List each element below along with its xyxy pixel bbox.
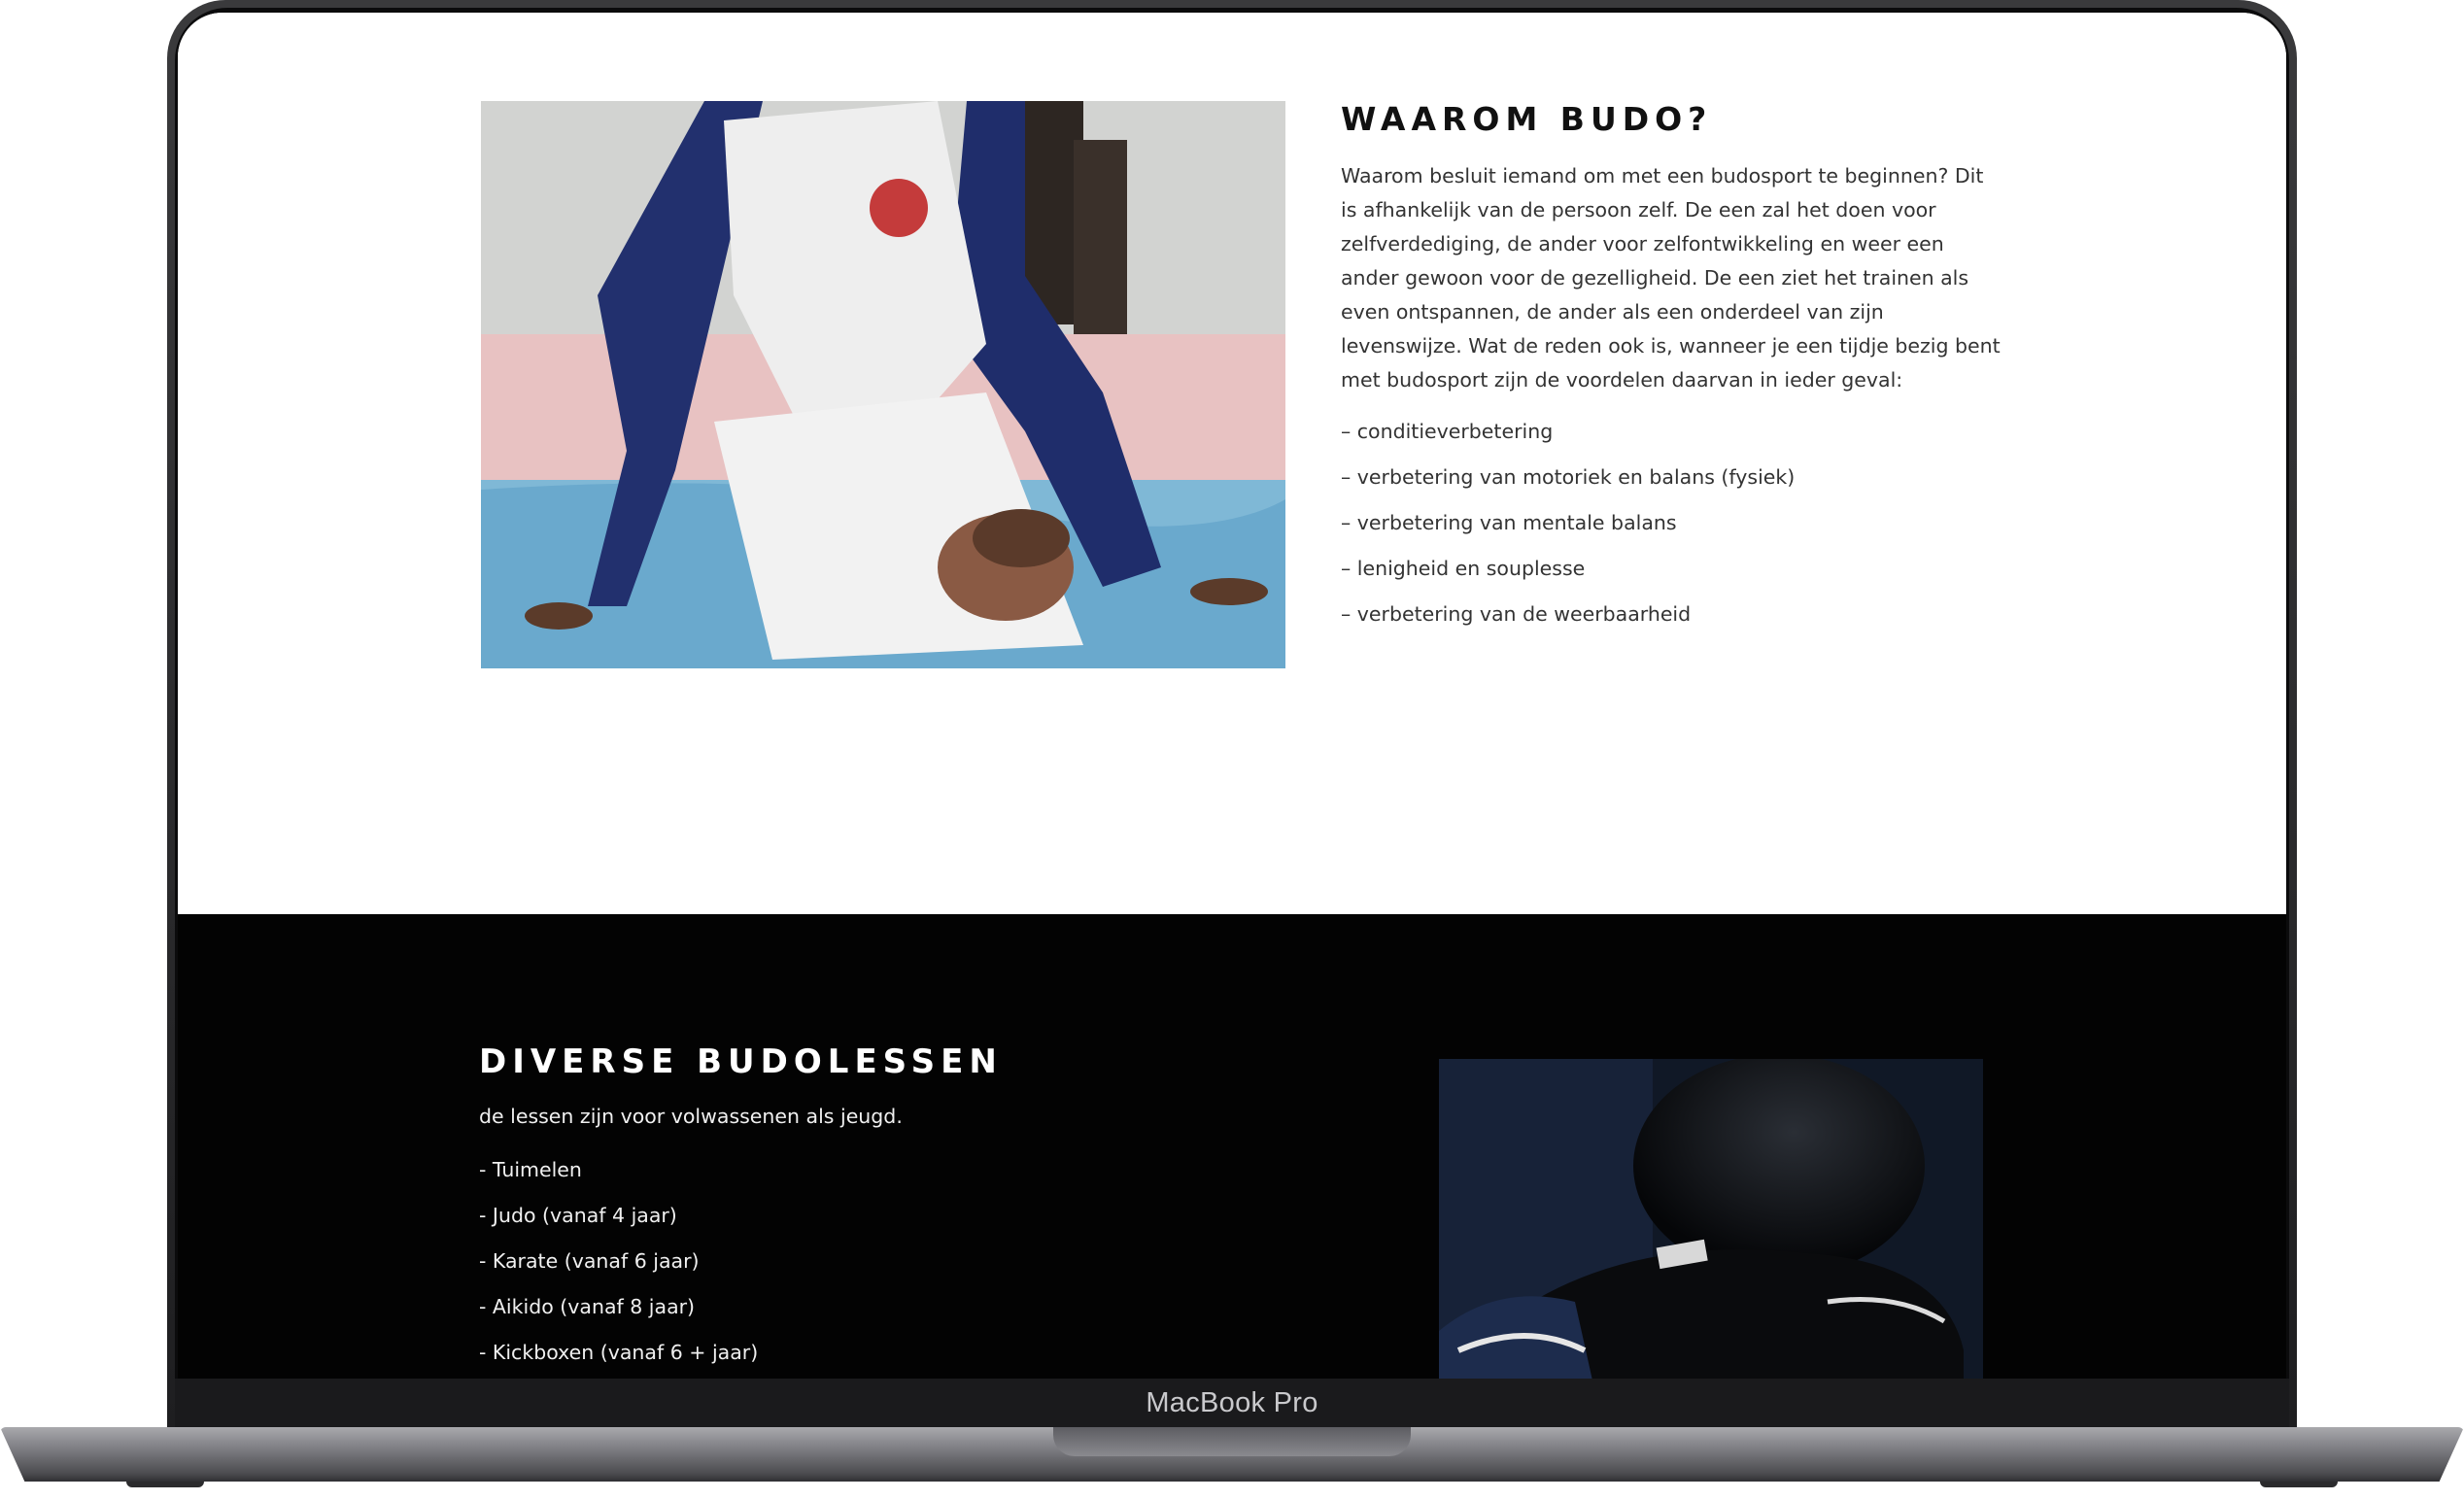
benefits-list: – conditieverbetering – verbetering van …: [1341, 409, 2002, 637]
benefit-item: – verbetering van mentale balans: [1341, 511, 1677, 534]
laptop-foot-right: [2260, 1482, 2338, 1487]
glove-illustration: [1439, 1059, 1983, 1379]
benefit-item: – verbetering van de weerbaarheid: [1341, 602, 1692, 626]
martial-arts-photo: [481, 101, 1285, 668]
device-label: MacBook Pro: [1146, 1386, 1318, 1418]
boxing-glove-photo: [1439, 1059, 1983, 1379]
lesson-item: - Karate (vanaf 6 jaar): [479, 1249, 700, 1273]
lessons-title: DIVERSE BUDOLESSEN: [479, 1042, 1003, 1081]
lesson-item: - Tuimelen: [479, 1158, 582, 1181]
benefit-item: – lenigheid en souplesse: [1341, 557, 1586, 580]
lesson-item: - Aikido (vanaf 8 jaar): [479, 1295, 696, 1318]
why-budo-paragraph: Waarom besluit iemand om met een budospo…: [1341, 164, 2001, 392]
why-budo-title: WAAROM BUDO?: [1341, 100, 1713, 138]
lessons-section: DIVERSE BUDOLESSEN de lessen zijn voor v…: [178, 914, 2286, 1379]
lessons-list: - Tuimelen - Judo (vanaf 4 jaar) - Karat…: [479, 1147, 1159, 1376]
laptop-foot-left: [126, 1482, 204, 1487]
laptop-chin: MacBook Pro: [175, 1379, 2289, 1427]
benefit-item: – verbetering van motoriek en balans (fy…: [1341, 465, 1796, 489]
laptop-notch: [1053, 1427, 1411, 1456]
lessons-intro: de lessen zijn voor volwassenen als jeug…: [479, 1105, 903, 1128]
why-budo-section: WAAROM BUDO? Waarom besluit iemand om me…: [178, 13, 2286, 914]
laptop-screen: WAAROM BUDO? Waarom besluit iemand om me…: [178, 13, 2286, 1379]
lesson-item: - Kickboxen (vanaf 6 + jaar): [479, 1341, 759, 1364]
why-budo-text: WAAROM BUDO? Waarom besluit iemand om me…: [1341, 100, 2002, 637]
bjj-illustration: [481, 101, 1285, 668]
lessons-text: DIVERSE BUDOLESSEN de lessen zijn voor v…: [479, 1042, 1159, 1376]
lesson-item: - Judo (vanaf 4 jaar): [479, 1204, 677, 1227]
benefit-item: – conditieverbetering: [1341, 420, 1554, 443]
